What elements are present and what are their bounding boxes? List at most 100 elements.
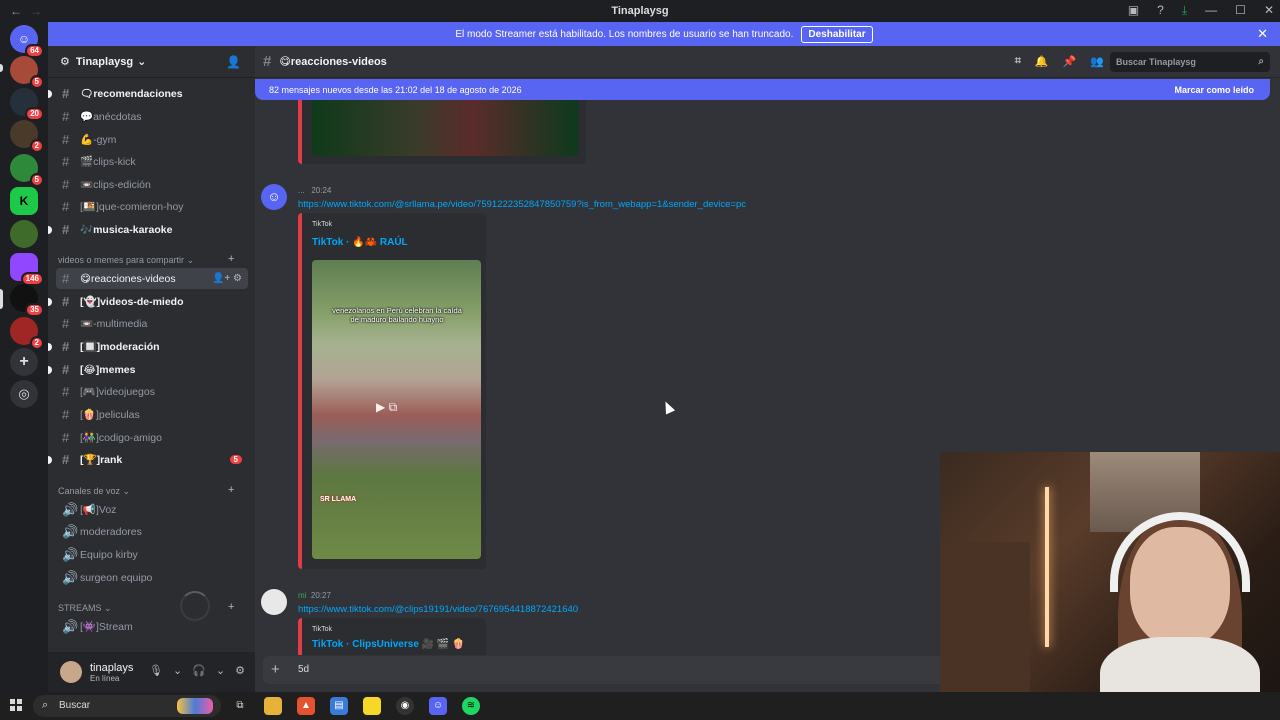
server-icon[interactable] (10, 220, 38, 248)
channel-item[interactable]: # 💪-gym (56, 129, 248, 150)
message-link[interactable]: https://www.tiktok.com/@clips19191/video… (298, 604, 578, 615)
previous-embed (298, 100, 586, 164)
channel-item[interactable]: # 🎶musica-karaoke (48, 219, 248, 240)
channel-item[interactable]: # 🗨recomendaciones (48, 83, 248, 104)
members-icon[interactable]: 👥 (1090, 55, 1104, 68)
channel-item[interactable]: # [👫]codigo-amigo (56, 427, 248, 448)
category-header[interactable]: videos o memes para compartir ⌄ + (58, 253, 234, 266)
server-icon[interactable]: 5 (10, 154, 44, 187)
windows-start-icon[interactable] (10, 699, 22, 711)
channel-settings-icon[interactable]: 👤+ ⚙ (212, 273, 242, 284)
add-channel-icon[interactable]: + (228, 253, 234, 265)
mark-as-read-button[interactable]: Marcar como leído (1174, 85, 1254, 95)
avatar[interactable] (261, 589, 287, 615)
channel-label: 😋reacciones-videos (80, 272, 176, 285)
inbox-icon[interactable]: ▣ (1128, 3, 1139, 18)
maximize-icon[interactable]: ☐ (1235, 3, 1246, 18)
voice-channel-item[interactable]: 🔊 surgeon equipo (56, 567, 248, 588)
channel-item[interactable]: # [🎮]videojuegos (56, 381, 248, 402)
chevron-down-icon: ⌄ (137, 56, 147, 68)
obs-icon[interactable]: ◉ (396, 697, 414, 715)
app-icon[interactable]: ▤ (330, 697, 348, 715)
category-label: STREAMS (58, 603, 102, 613)
add-attachment-icon[interactable]: + (271, 661, 280, 678)
channel-label: 💬anécdotas (80, 111, 142, 123)
voice-channel-item[interactable]: 🔊 moderadores (56, 521, 248, 542)
server-icon[interactable]: 35 (10, 284, 44, 317)
channel-item[interactable]: # [🍱]que-comieron-hoy (56, 196, 248, 217)
category-header[interactable]: Canales de voz ⌄ + (58, 484, 234, 497)
search-input[interactable]: Buscar Tinaplaysg ⌕ (1110, 52, 1270, 72)
voice-channel-item[interactable]: 🔊 Equipo kirby (56, 544, 248, 565)
new-messages-bar[interactable]: 82 mensajes nuevos desde las 21:02 del 1… (255, 79, 1270, 100)
add-server-icon[interactable]: + (10, 348, 38, 376)
voice-channel-item[interactable]: 🔊 [📢]Voz (56, 499, 248, 520)
channel-item[interactable]: # [👻]videos-de-miedo (48, 291, 248, 312)
twitch-server-icon[interactable]: 146 (10, 253, 44, 286)
play-icon[interactable]: ▶ ⧉ (376, 400, 397, 415)
message-author[interactable]: mi (298, 591, 306, 600)
embed-provider: TikTok (312, 221, 332, 228)
channel-label: surgeon equipo (80, 571, 153, 584)
voice-channel-item[interactable]: 🔊 [👾]Stream (56, 616, 248, 637)
task-view-icon[interactable]: ⧉ (231, 697, 249, 715)
channel-item-active[interactable]: # 😋reacciones-videos 👤+ ⚙ (56, 268, 248, 289)
kick-server-icon[interactable]: K (10, 187, 38, 215)
hash-icon: # (62, 86, 70, 101)
server-icon[interactable]: 20 (10, 88, 44, 121)
discord-taskbar-icon[interactable]: ☺ (429, 697, 447, 715)
file-explorer-icon[interactable] (264, 697, 282, 715)
add-channel-icon[interactable]: + (228, 601, 234, 613)
video-thumbnail[interactable]: venezolanos en Perú celebran la caída de… (312, 260, 481, 559)
bell-icon[interactable]: 🔔 (1035, 55, 1049, 68)
category-header[interactable]: STREAMS ⌄ + (58, 601, 234, 614)
embed-title[interactable]: TikTok · 🔥🦀 RAÚL (312, 237, 408, 248)
minimize-icon[interactable]: — (1205, 3, 1217, 18)
sticky-notes-icon[interactable] (363, 697, 381, 715)
hash-icon: # (62, 339, 70, 354)
add-channel-icon[interactable]: + (228, 484, 234, 496)
server-icon[interactable]: 5 (10, 56, 44, 89)
category-label: Canales de voz (58, 486, 121, 496)
channel-item[interactable]: # 🎬clips-kick (56, 151, 248, 172)
explore-icon[interactable]: ◎ (10, 380, 38, 408)
close-icon[interactable]: ✕ (1257, 26, 1268, 42)
threads-icon[interactable]: ⌗ (1015, 55, 1021, 68)
help-icon[interactable]: ? (1157, 3, 1164, 18)
download-icon[interactable]: ⤓ (1182, 3, 1187, 18)
embed-thumbnail[interactable] (312, 100, 578, 156)
taskbar-search[interactable]: ⌕ Buscar (33, 695, 221, 717)
channel-item[interactable]: # 📼clips-edición (56, 174, 248, 195)
message-author[interactable]: ... (298, 186, 305, 195)
avatar[interactable]: ☺ (261, 184, 287, 210)
server-header[interactable]: ⚙ Tinaplaysg ⌄ 👤 (48, 46, 255, 78)
mention-badge: 2 (29, 139, 44, 153)
spotify-icon[interactable]: ≋ (462, 697, 480, 715)
disable-streamer-button[interactable]: Deshabilitar (801, 25, 873, 43)
channel-item[interactable]: # 📼-multimedia (56, 313, 248, 334)
gear-icon[interactable]: ⚙ (235, 664, 245, 677)
avatar[interactable] (60, 661, 82, 683)
pin-icon[interactable]: 📌 (1063, 55, 1077, 68)
channel-label: 💪-gym (80, 134, 117, 146)
channel-item[interactable]: # [🔲]moderación (48, 336, 248, 357)
close-window-icon[interactable]: ✕ (1264, 3, 1274, 18)
brave-browser-icon[interactable]: ▲ (297, 697, 315, 715)
discord-home-icon[interactable]: ☺ 64 (10, 25, 44, 58)
embed-provider: TikTok (312, 626, 332, 633)
headphones-icon[interactable]: 🎧 (192, 664, 206, 677)
channel-item[interactable]: # [🍿]peliculas (56, 404, 248, 425)
add-user-icon[interactable]: 👤 (226, 55, 241, 69)
channel-item[interactable]: # 💬anécdotas (56, 106, 248, 127)
mention-badge: 5 (29, 75, 44, 89)
chevron-down-icon[interactable]: ⌄ (216, 664, 225, 677)
server-icon[interactable]: 2 (10, 120, 44, 153)
channel-header: # 😋reacciones-videos ⌗ 🔔 📌 👥 Buscar Tina… (255, 46, 1280, 78)
channel-item[interactable]: # [🏆]rank 5 (48, 449, 248, 470)
microphone-icon[interactable]: 🎙 (149, 664, 163, 677)
chevron-down-icon[interactable]: ⌄ (173, 664, 182, 677)
message-link[interactable]: https://www.tiktok.com/@srllama.pe/video… (298, 199, 746, 210)
channel-item[interactable]: # [😂]memes (48, 359, 248, 380)
embed-title[interactable]: TikTok · ClipsUniverse 🎥 🎬 🍿 (312, 639, 465, 650)
server-icon[interactable]: 2 (10, 317, 44, 350)
